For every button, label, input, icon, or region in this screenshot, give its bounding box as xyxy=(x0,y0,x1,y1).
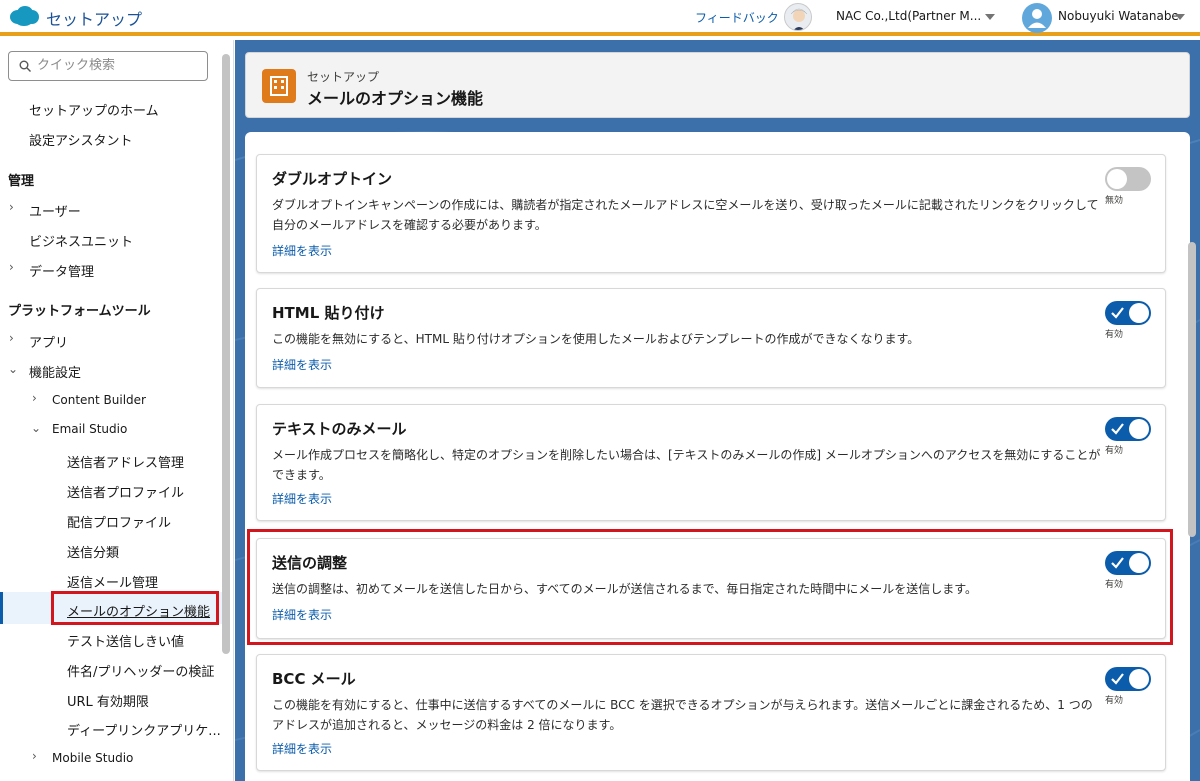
check-icon xyxy=(1111,307,1124,319)
check-icon xyxy=(1111,423,1124,435)
card-title: BCC メール xyxy=(272,670,356,688)
global-header: セットアップ フィードバック NAC Co.,Ltd(Partner M... … xyxy=(0,0,1200,36)
toggle-state-label: 有効 xyxy=(1105,446,1124,456)
chevron-right-icon[interactable]: › xyxy=(9,260,14,274)
section-platform-tools: プラットフォームツール xyxy=(8,304,151,319)
nav-feature-settings[interactable]: 機能設定 xyxy=(29,362,81,381)
nav-setup-assistant[interactable]: 設定アシスタント xyxy=(29,130,132,149)
nav-test-threshold[interactable]: テスト送信しきい値 xyxy=(67,631,184,650)
toggle-state-label: 無効 xyxy=(1105,196,1124,206)
toggle-knob xyxy=(1129,303,1149,323)
card-description: この機能を無効にすると、HTML 貼り付けオプションを使用したメールおよびテンプ… xyxy=(272,332,920,346)
feedback-link[interactable]: フィードバック xyxy=(695,9,779,26)
highlight-box xyxy=(247,529,1173,645)
chevron-right-icon[interactable]: › xyxy=(9,331,14,345)
toggle-knob xyxy=(1129,419,1149,439)
card-description: メール作成プロセスを簡略化し、特定のオプションを削除したい場合は、[テキストのみ… xyxy=(272,448,1101,482)
nav-email-studio[interactable]: Email Studio xyxy=(52,422,127,436)
nav-setup-home[interactable]: セットアップのホーム xyxy=(29,100,159,119)
breadcrumb: セットアップ xyxy=(307,70,380,84)
nav-data-management[interactable]: データ管理 xyxy=(29,261,94,280)
page-title: メールのオプション機能 xyxy=(307,89,484,108)
einstein-avatar-icon[interactable] xyxy=(784,3,812,31)
card-title: ダブルオプトイン xyxy=(272,170,393,188)
salesforce-cloud-logo[interactable] xyxy=(8,5,40,27)
html-paste-toggle[interactable] xyxy=(1105,301,1151,325)
nav-sender-address[interactable]: 送信者アドレス管理 xyxy=(67,452,184,471)
card-description: この機能を有効にすると、仕事中に送信するすべてのメールに BCC を選択できるオ… xyxy=(272,698,1093,732)
view-details-link[interactable]: 詳細を表示 xyxy=(272,740,332,757)
chevron-down-icon[interactable]: ⌄ xyxy=(31,421,41,435)
org-caret-icon[interactable] xyxy=(985,14,995,20)
nav-deep-link[interactable]: ディープリンクアプリケ... xyxy=(67,720,221,739)
user-caret-icon[interactable] xyxy=(1175,14,1185,20)
nav-delivery-profile[interactable]: 配信プロファイル xyxy=(67,512,171,531)
card-title: テキストのみメール xyxy=(272,420,407,438)
toggle-state-label: 有効 xyxy=(1105,696,1124,706)
toggle-state-label: 有効 xyxy=(1105,330,1124,340)
app-title: セットアップ xyxy=(46,10,143,29)
user-name[interactable]: Nobuyuki Watanabe xyxy=(1058,9,1179,23)
view-details-link[interactable]: 詳細を表示 xyxy=(272,356,332,373)
sidebar-scrollbar[interactable] xyxy=(222,54,230,654)
highlight-box xyxy=(51,591,219,625)
check-icon xyxy=(1111,673,1124,685)
nav-url-expiry[interactable]: URL 有効期限 xyxy=(67,691,149,710)
nav-mobile-studio[interactable]: Mobile Studio xyxy=(52,751,133,765)
search-icon xyxy=(19,60,31,72)
building-icon xyxy=(262,69,296,103)
nav-apps[interactable]: アプリ xyxy=(29,332,68,351)
quick-find-input[interactable] xyxy=(37,58,197,73)
nav-send-classification[interactable]: 送信分類 xyxy=(67,542,119,561)
panel-scrollbar[interactable] xyxy=(1188,242,1196,537)
nav-subject-preheader[interactable]: 件名/プリヘッダーの検証 xyxy=(67,661,214,680)
option-card-html-paste: HTML 貼り付け この機能を無効にすると、HTML 貼り付けオプションを使用し… xyxy=(256,288,1166,388)
chevron-right-icon[interactable]: › xyxy=(32,749,37,763)
toggle-knob xyxy=(1129,669,1149,689)
text-only-toggle[interactable] xyxy=(1105,417,1151,441)
org-switcher[interactable]: NAC Co.,Ltd(Partner M... xyxy=(836,9,981,23)
main-content: セットアップ メールのオプション機能 ダブルオプトイン ダブルオプトインキャンペ… xyxy=(235,40,1200,781)
option-card-text-only: テキストのみメール メール作成プロセスを簡略化し、特定のオプションを削除したい場… xyxy=(256,404,1166,521)
nav-business-units[interactable]: ビジネスユニット xyxy=(29,231,133,250)
page-header: セットアップ メールのオプション機能 xyxy=(245,52,1190,118)
card-description: ダブルオプトインキャンペーンの作成には、購読者が指定されたメールアドレスに空メー… xyxy=(272,198,1099,232)
setup-sidebar: セットアップのホーム 設定アシスタント 管理 › ユーザー ビジネスユニット ›… xyxy=(0,40,234,781)
view-details-link[interactable]: 詳細を表示 xyxy=(272,490,332,507)
options-panel: ダブルオプトイン ダブルオプトインキャンペーンの作成には、購読者が指定されたメー… xyxy=(245,132,1196,781)
quick-find[interactable] xyxy=(8,51,208,81)
card-title: HTML 貼り付け xyxy=(272,304,385,322)
nav-reply-mail[interactable]: 返信メール管理 xyxy=(67,572,158,591)
user-avatar-icon[interactable] xyxy=(1022,3,1052,33)
option-card-bcc-mail: BCC メール この機能を有効にすると、仕事中に送信するすべてのメールに BCC… xyxy=(256,654,1166,771)
double-opt-in-toggle[interactable] xyxy=(1105,167,1151,191)
nav-content-builder[interactable]: Content Builder xyxy=(52,393,146,407)
chevron-right-icon[interactable]: › xyxy=(9,200,14,214)
bcc-mail-toggle[interactable] xyxy=(1105,667,1151,691)
view-details-link[interactable]: 詳細を表示 xyxy=(272,242,332,259)
chevron-down-icon[interactable]: ⌄ xyxy=(8,362,18,376)
nav-sender-profile[interactable]: 送信者プロファイル xyxy=(67,482,184,501)
nav-users[interactable]: ユーザー xyxy=(29,201,81,220)
chevron-right-icon[interactable]: › xyxy=(32,391,37,405)
option-card-double-opt-in: ダブルオプトイン ダブルオプトインキャンペーンの作成には、購読者が指定されたメー… xyxy=(256,154,1166,273)
section-admin: 管理 xyxy=(8,174,35,189)
toggle-knob xyxy=(1107,169,1127,189)
